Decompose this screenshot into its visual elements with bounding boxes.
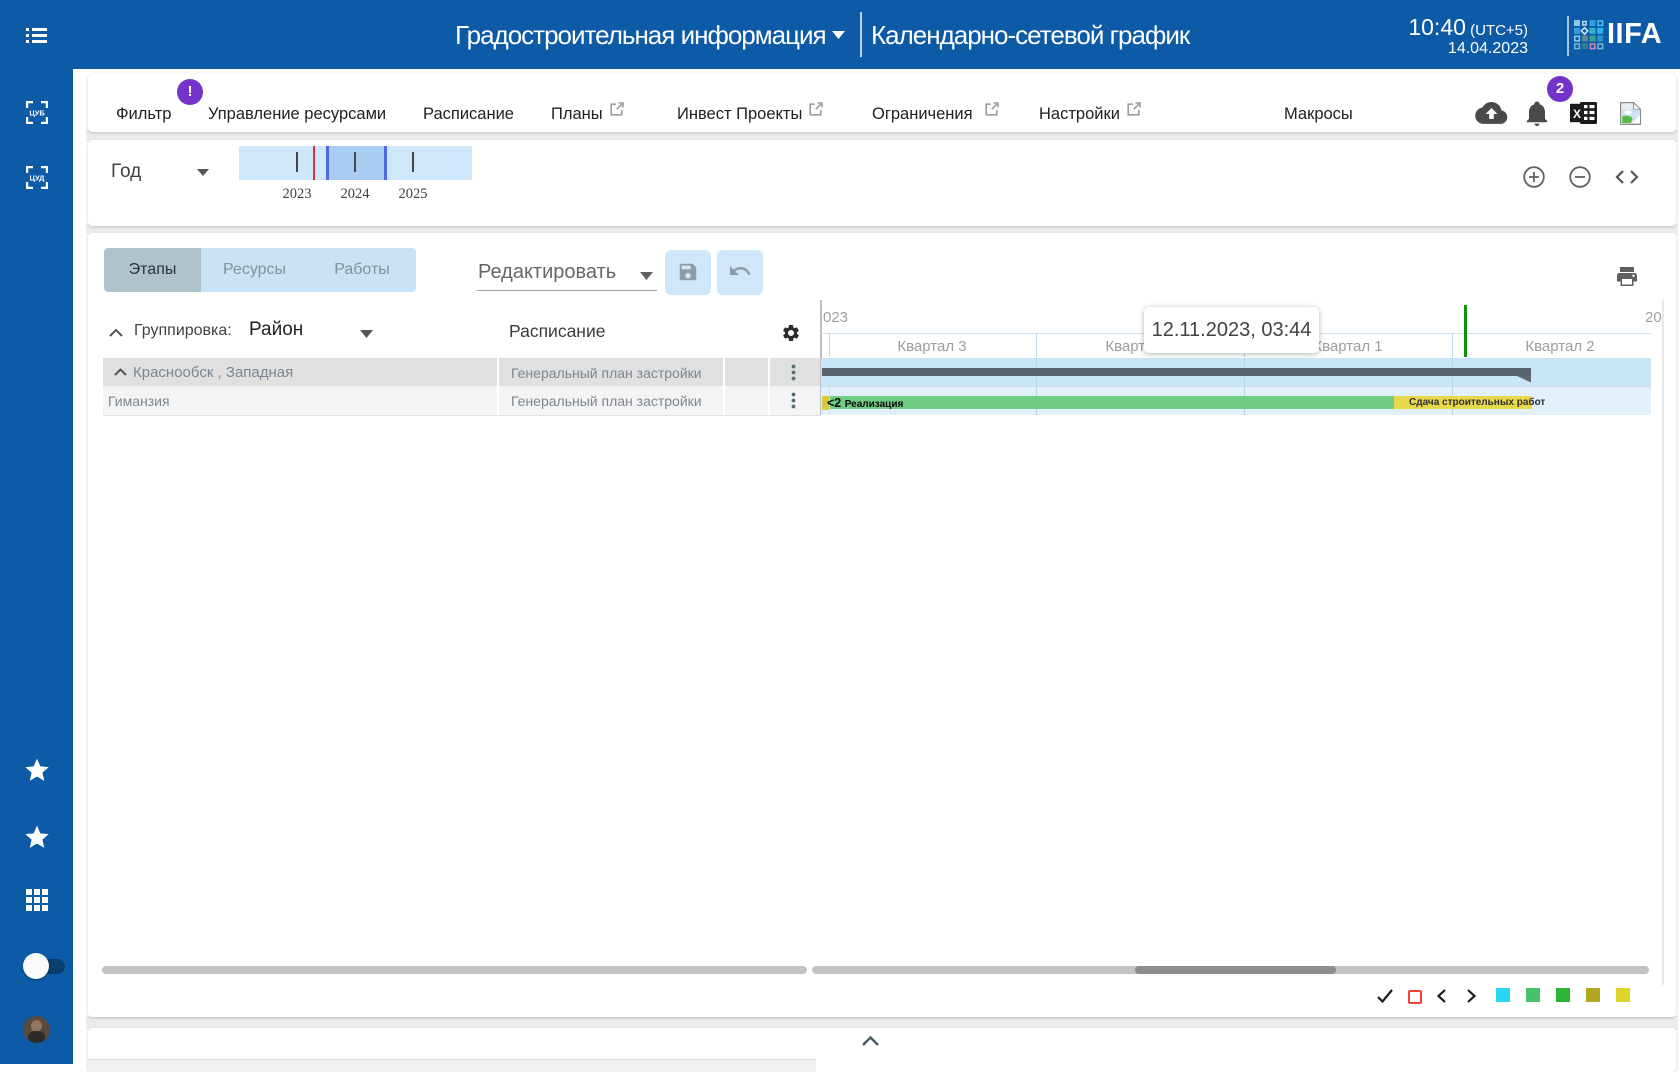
svg-text:ЦУБ: ЦУБ xyxy=(29,109,45,118)
svg-text:ЦУД: ЦУД xyxy=(30,174,46,183)
svg-text:X: X xyxy=(1573,107,1581,121)
